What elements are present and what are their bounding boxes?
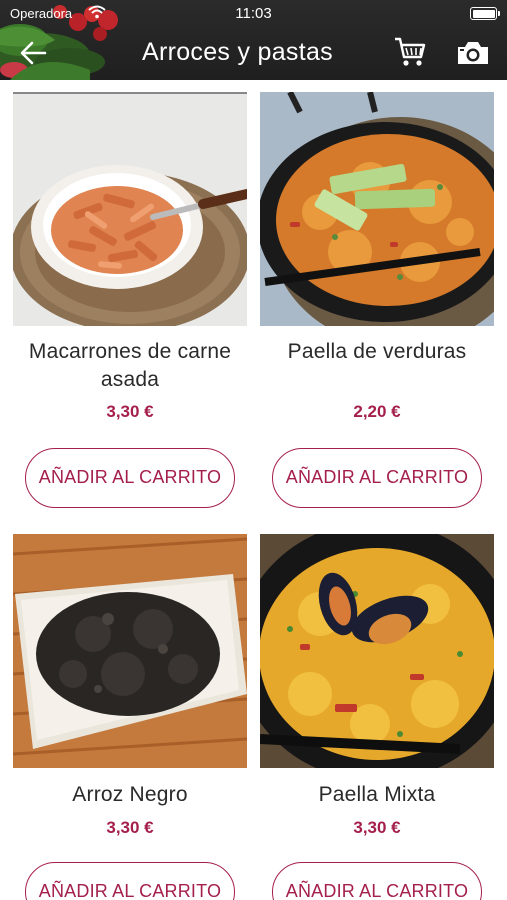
product-name: Macarrones de carne asada bbox=[28, 340, 232, 391]
page-title: Arroces y pastas bbox=[142, 38, 333, 66]
add-to-cart-button[interactable]: AÑADIR AL CARRITO bbox=[272, 862, 482, 900]
status-time: 11:03 bbox=[235, 5, 272, 22]
battery-icon bbox=[470, 7, 500, 20]
product-image-paella-mixta[interactable] bbox=[260, 534, 494, 768]
product-name: Paella de verduras bbox=[287, 340, 467, 363]
product-image-arroz-negro[interactable] bbox=[13, 534, 247, 768]
add-to-cart-button[interactable]: AÑADIR AL CARRITO bbox=[25, 862, 235, 900]
add-to-cart-button[interactable]: AÑADIR AL CARRITO bbox=[25, 448, 235, 508]
product-price: 3,30 € bbox=[106, 818, 154, 837]
back-arrow-icon[interactable] bbox=[18, 38, 48, 68]
shopping-cart-icon[interactable] bbox=[393, 36, 427, 68]
add-to-cart-button[interactable]: AÑADIR AL CARRITO bbox=[272, 448, 482, 508]
app-header: Operadora 11:03 Arroces y pastas bbox=[0, 0, 507, 80]
product-name: Paella Mixta bbox=[318, 783, 436, 806]
product-price: 2,20 € bbox=[353, 402, 401, 421]
product-price: 3,30 € bbox=[106, 402, 154, 421]
product-image-macarrones[interactable] bbox=[13, 92, 247, 326]
status-bar: Operadora 11:03 bbox=[0, 0, 507, 26]
product-price: 3,30 € bbox=[353, 818, 401, 837]
product-image-paella-verduras[interactable] bbox=[260, 92, 494, 326]
camera-icon[interactable] bbox=[456, 40, 490, 66]
product-name: Arroz Negro bbox=[72, 783, 188, 806]
